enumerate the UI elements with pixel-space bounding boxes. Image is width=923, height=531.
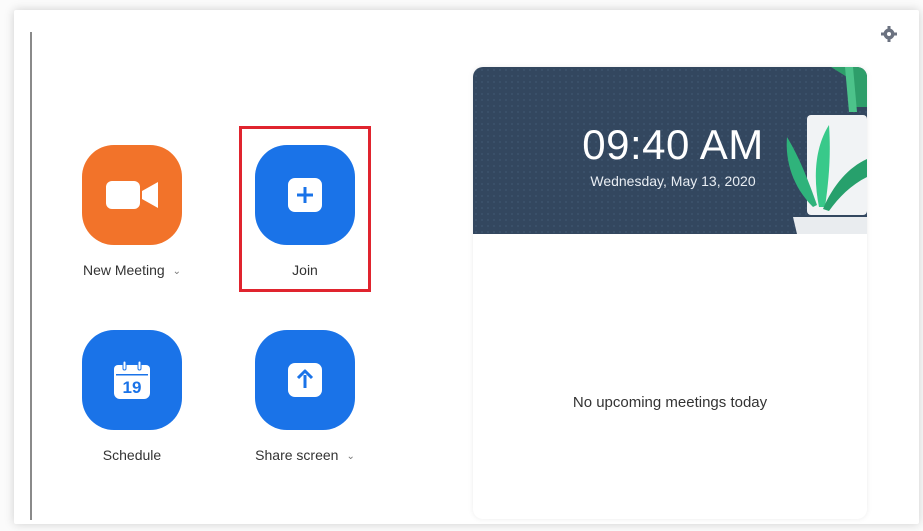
- clock-banner: 09:40 AM Wednesday, May 13, 2020: [473, 67, 867, 234]
- new-meeting-action[interactable]: New Meeting ⌄: [57, 145, 207, 285]
- screenshot-frame: New Meeting ⌄ Join 19 Schedule Share scr…: [0, 0, 923, 531]
- new-meeting-button[interactable]: [82, 145, 182, 245]
- clock-time: 09:40 AM: [582, 121, 764, 168]
- upload-arrow-icon: [288, 363, 322, 397]
- clock-date: Wednesday, May 13, 2020: [590, 173, 756, 189]
- calendar-day-number: 19: [123, 378, 142, 397]
- schedule-action[interactable]: 19 Schedule: [57, 330, 207, 470]
- calendar-icon: 19: [114, 361, 150, 399]
- meetings-panel: 09:40 AM Wednesday, May 13, 2020 No upco…: [473, 67, 867, 519]
- gear-icon[interactable]: [880, 25, 898, 43]
- share-screen-label: Share screen ⌄: [255, 447, 355, 463]
- share-screen-action[interactable]: Share screen ⌄: [230, 330, 380, 470]
- schedule-button[interactable]: 19: [82, 330, 182, 430]
- new-meeting-label: New Meeting ⌄: [82, 262, 182, 278]
- no-meetings-message: No upcoming meetings today: [572, 394, 768, 411]
- zoom-home-window: New Meeting ⌄ Join 19 Schedule Share scr…: [14, 10, 919, 524]
- chevron-down-icon[interactable]: ⌄: [173, 266, 181, 277]
- share-screen-button[interactable]: [255, 330, 355, 430]
- join-highlight-box: [239, 126, 371, 292]
- plant-illustration: [786, 67, 867, 234]
- window-left-border: [30, 32, 32, 520]
- schedule-label: Schedule: [102, 447, 162, 463]
- video-camera-icon: [106, 181, 158, 209]
- chevron-down-icon[interactable]: ⌄: [346, 451, 354, 462]
